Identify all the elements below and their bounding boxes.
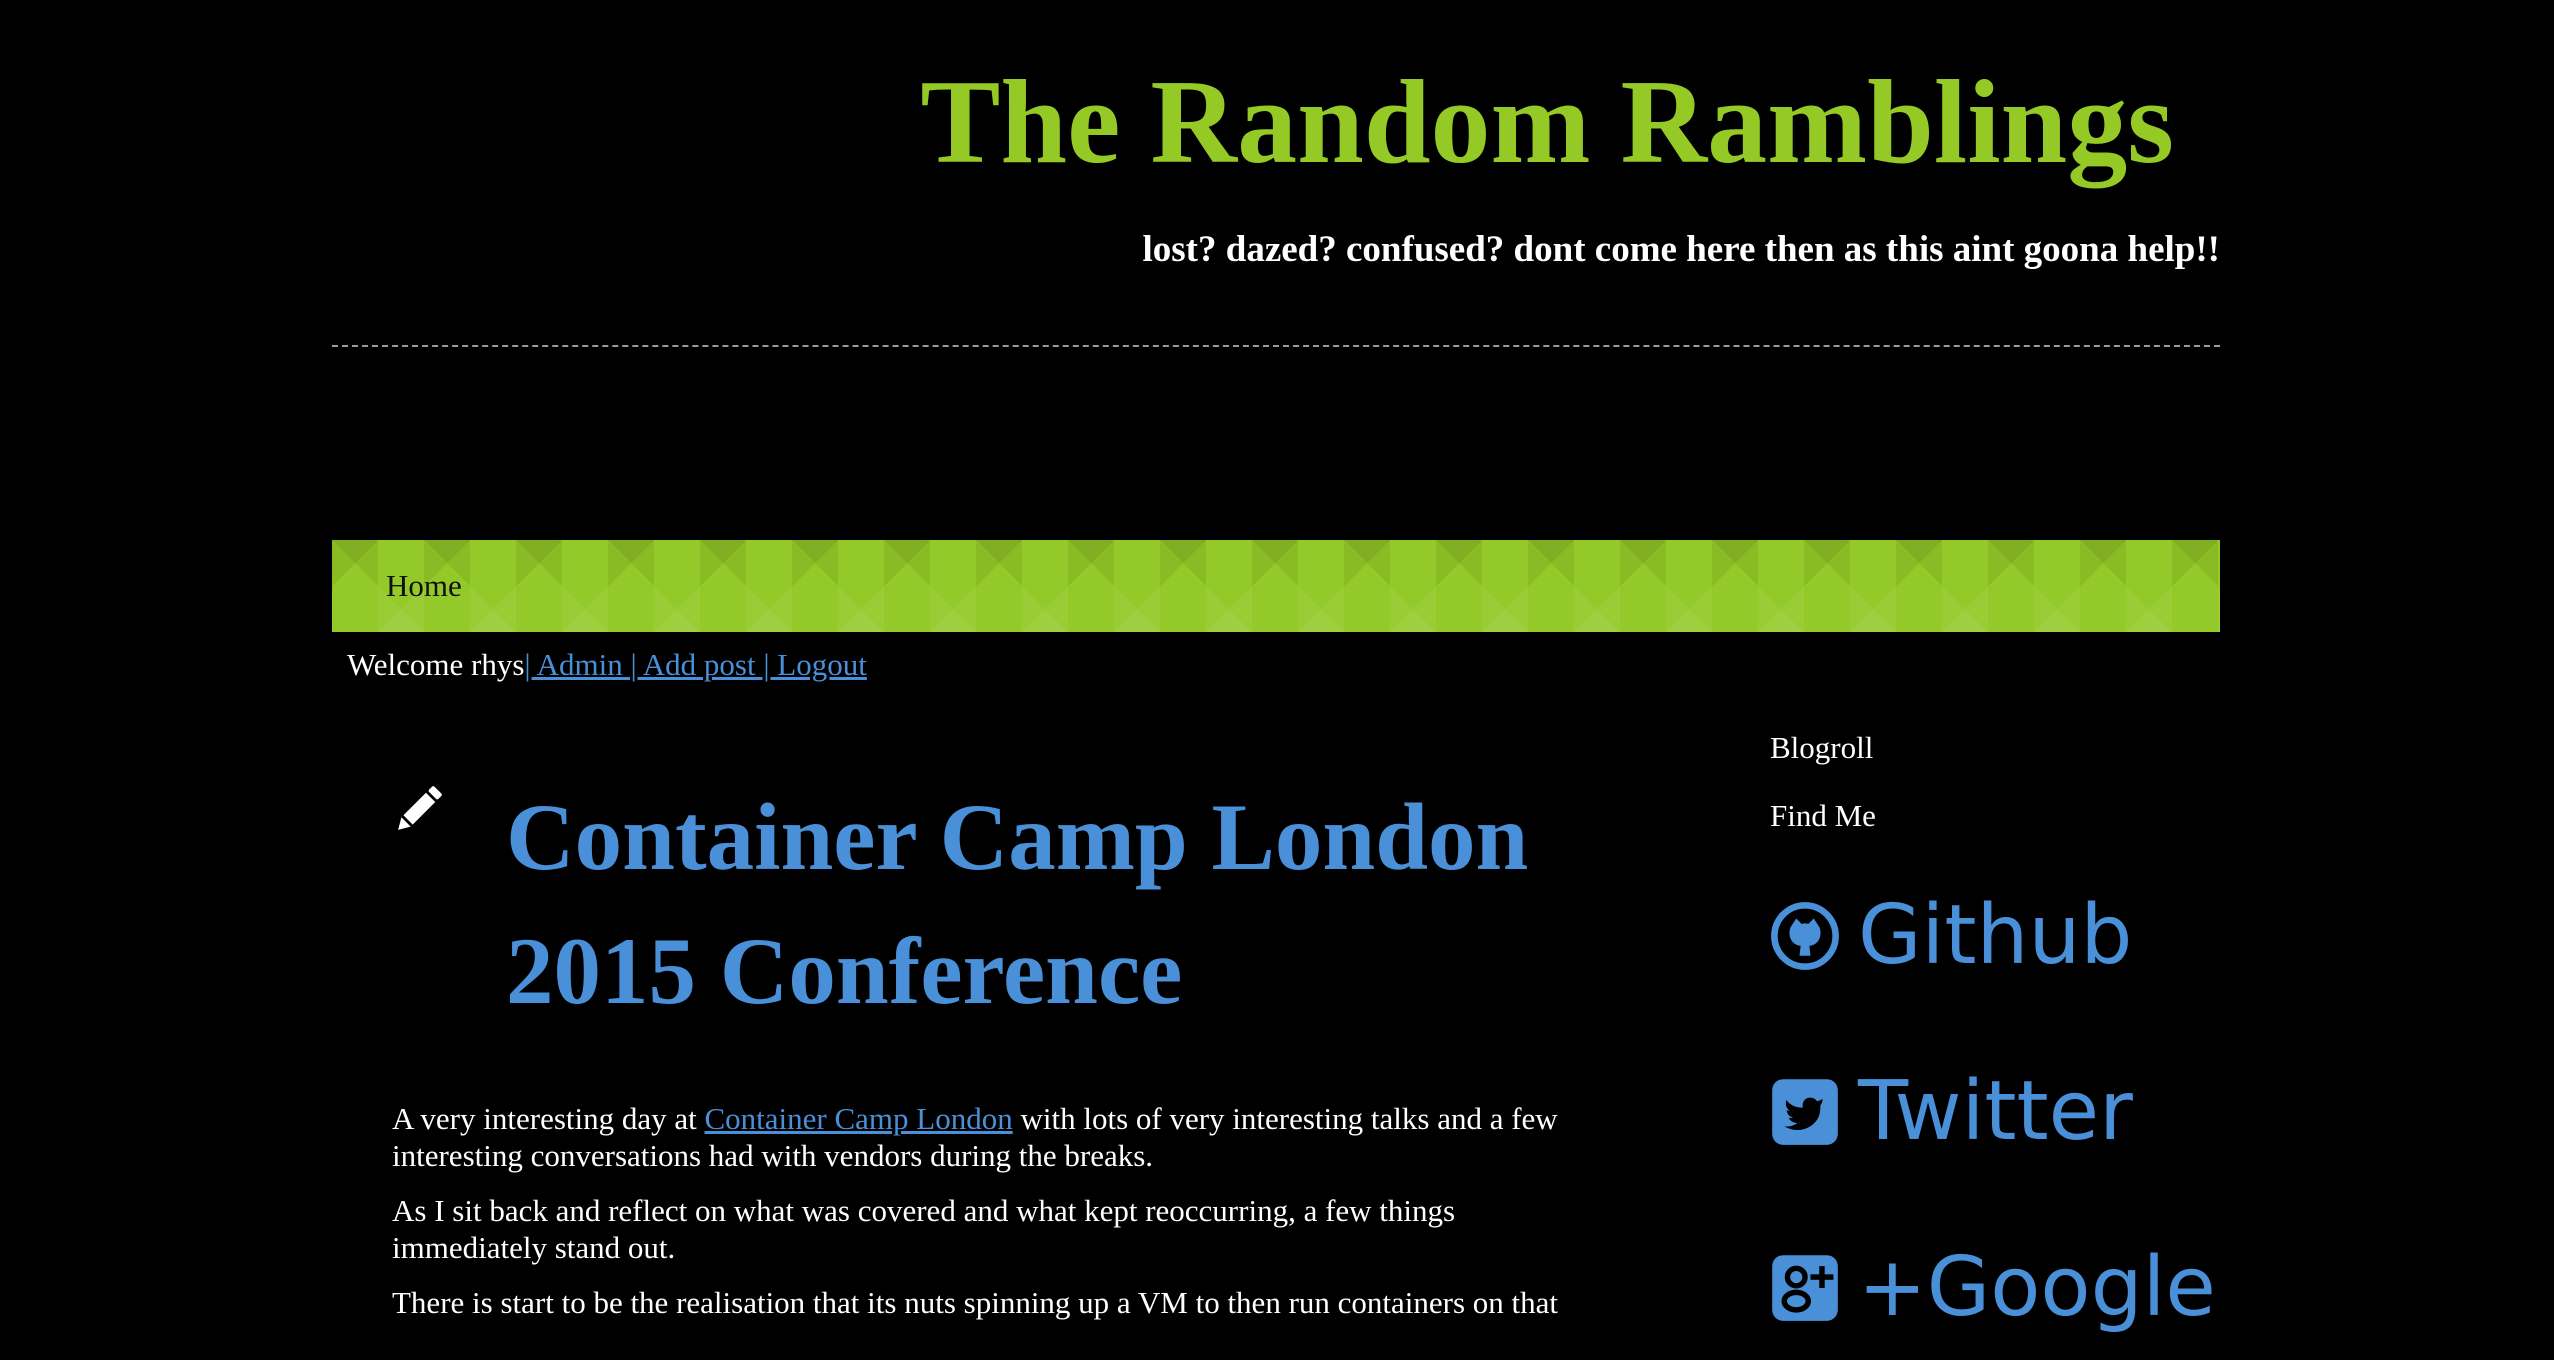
paragraph-text: A very interesting day at [392, 1101, 705, 1136]
user-bar: Welcome rhys| Admin | Add post | Logout [347, 643, 867, 687]
github-icon [1771, 902, 1839, 970]
github-label: Github [1858, 888, 2133, 983]
post-paragraph: A very interesting day at Container Camp… [392, 1100, 1592, 1174]
post-paragraph: As I sit back and reflect on what was co… [392, 1193, 1456, 1265]
sidebar: Blogroll Find Me Github Twitter +Google [1770, 726, 2220, 1335]
header-divider [332, 345, 2220, 347]
google-plus-icon [1772, 1255, 1838, 1321]
google-plus-label: +Google [1858, 1240, 2216, 1335]
twitter-link[interactable]: Twitter [1770, 1062, 2133, 1162]
container-camp-link[interactable]: Container Camp London [705, 1101, 1013, 1136]
site-title[interactable]: The Random Ramblings [332, 52, 2174, 192]
welcome-text: Welcome rhys [347, 647, 525, 682]
pencil-icon [398, 786, 442, 830]
blogroll-heading: Blogroll [1770, 730, 1874, 765]
post-body: A very interesting day at Container Camp… [392, 1100, 1592, 1339]
post-title[interactable]: Container Camp London 2015 Conference [506, 770, 1556, 1038]
main-nav: Home [332, 540, 2220, 632]
post-paragraph: There is start to be the realisation tha… [392, 1285, 1559, 1320]
twitter-label: Twitter [1858, 1064, 2133, 1159]
site-tagline: lost? dazed? confused? dont come here th… [1142, 229, 2221, 270]
page-container: The Random Ramblings lost? dazed? confus… [332, 0, 2220, 1360]
github-link[interactable]: Github [1770, 886, 2132, 986]
google-plus-link[interactable]: +Google [1770, 1238, 2216, 1338]
find-me-heading: Find Me [1770, 798, 1876, 833]
twitter-icon [1772, 1079, 1838, 1145]
admin-links[interactable]: | Admin | Add post | Logout [524, 647, 866, 682]
nav-item-home[interactable]: Home [386, 562, 462, 610]
